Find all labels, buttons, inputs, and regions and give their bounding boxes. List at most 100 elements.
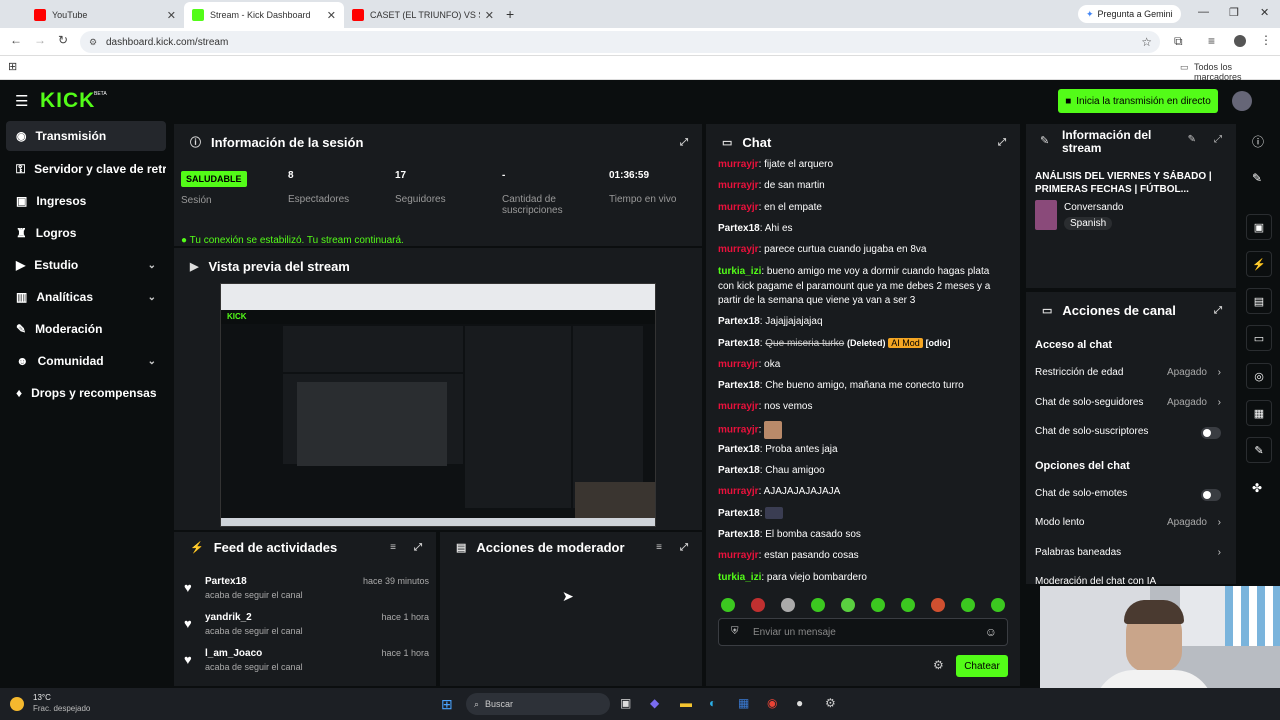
forward-icon[interactable]: → <box>34 33 46 47</box>
chat-message: murrayjr: parece curtua cuando jugaba en… <box>718 244 927 255</box>
chevron-right-icon: › <box>1217 547 1221 558</box>
profile-avatar[interactable] <box>1234 35 1246 47</box>
settings-icon[interactable]: ⚙ <box>825 696 836 710</box>
banned-words-row[interactable]: Palabras baneadas › <box>1035 547 1225 563</box>
filter-icon[interactable]: ≡ <box>656 542 662 553</box>
emote-button[interactable] <box>751 598 765 612</box>
apps-icon[interactable]: ⊞ <box>8 60 17 73</box>
reading-list-icon[interactable]: ≡ <box>1208 34 1215 48</box>
rail-video-icon[interactable]: ▣ <box>1246 214 1272 240</box>
close-icon[interactable]: ✕ <box>485 9 494 22</box>
emote-button[interactable] <box>931 598 945 612</box>
stream-preview-video[interactable]: KICK <box>220 283 656 527</box>
expand-icon[interactable]: ⤢ <box>998 137 1006 148</box>
sidebar-item-moderacion[interactable]: ✎ Moderación <box>6 314 166 344</box>
maximize-icon[interactable]: ❐ <box>1229 6 1239 19</box>
filter-icon[interactable]: ≡ <box>390 542 396 553</box>
all-bookmarks-link[interactable]: Todos los marcadores <box>1194 62 1280 82</box>
file-explorer-icon[interactable]: ▬ <box>680 696 692 710</box>
expand-icon[interactable]: ⤢ <box>1214 134 1222 145</box>
emote-button[interactable] <box>841 598 855 612</box>
reload-icon[interactable]: ↻ <box>58 33 68 47</box>
close-icon[interactable]: ✕ <box>327 9 336 22</box>
minimize-icon[interactable]: — <box>1198 6 1209 18</box>
emote-button[interactable] <box>781 598 795 612</box>
site-info-icon[interactable]: ⚙ <box>89 37 97 48</box>
expand-icon[interactable]: ⤢ <box>680 542 688 553</box>
task-view-icon[interactable]: ▣ <box>620 696 631 710</box>
menu-icon[interactable]: ⋮ <box>1260 33 1272 47</box>
tab-caset[interactable]: CASET (EL TRIUNFO) VS SAN M ✕ <box>344 2 502 28</box>
back-icon[interactable]: ← <box>10 33 22 47</box>
send-chat-button[interactable]: Chatear <box>956 655 1008 677</box>
expand-icon[interactable]: ⤢ <box>414 542 422 553</box>
new-tab-button[interactable]: + <box>506 6 514 22</box>
info-icon[interactable]: ⓘ <box>1252 133 1264 150</box>
gemini-button[interactable]: ✦ Pregunta a Gemini <box>1078 5 1181 23</box>
subscribers-only-toggle[interactable] <box>1201 427 1221 439</box>
taskbar-search[interactable]: ⌕ Buscar <box>466 693 610 715</box>
followers-only-row[interactable]: Chat de solo-seguidores Apagado › <box>1035 397 1225 413</box>
edit-icon[interactable]: ✎ <box>1188 134 1196 145</box>
emotes-only-toggle[interactable] <box>1201 489 1221 501</box>
subscribers-only-row: Chat de solo-suscriptores <box>1035 426 1225 442</box>
chat-message: Partex18: Proba antes jaja <box>718 444 838 455</box>
close-icon[interactable]: ✕ <box>167 9 176 22</box>
rail-channel-icon[interactable]: ▦ <box>1246 400 1272 426</box>
slow-mode-row[interactable]: Modo lento Apagado › <box>1035 517 1225 533</box>
youtube-icon <box>34 9 46 21</box>
edit-icon[interactable]: ✎ <box>1252 171 1262 185</box>
kick-logo[interactable]: KICK <box>40 89 95 113</box>
rail-wrench-icon[interactable]: ✎ <box>1246 437 1272 463</box>
emote-button[interactable] <box>721 598 735 612</box>
emote-button[interactable] <box>901 598 915 612</box>
store-icon[interactable]: ▦ <box>738 696 749 710</box>
sidebar-item-logros[interactable]: ♜ Logros <box>6 218 166 248</box>
chrome-icon[interactable]: ◉ <box>767 696 777 710</box>
url-input[interactable]: ⚙ dashboard.kick.com/stream ☆ <box>80 31 1160 53</box>
video-icon: ▶ <box>190 260 199 273</box>
emotes-only-row: Chat de solo-emotes <box>1035 488 1225 504</box>
puzzle-icon[interactable]: ✤ <box>1252 481 1262 495</box>
rail-chat-icon[interactable]: ▭ <box>1246 325 1272 351</box>
rail-target-icon[interactable]: ◎ <box>1246 363 1272 389</box>
rail-list-icon[interactable]: ▤ <box>1246 288 1272 314</box>
heart-icon: ♥ <box>184 652 192 667</box>
emote-button[interactable] <box>991 598 1005 612</box>
obs-icon[interactable]: ● <box>796 696 803 710</box>
age-restriction-row[interactable]: Restricción de edad Apagado › <box>1035 367 1225 383</box>
extensions-icon[interactable]: ⧉ <box>1174 34 1183 49</box>
sidebar-item-servidor[interactable]: ⚿Servidor y clave de retransmisión <box>6 154 166 184</box>
user-avatar[interactable] <box>1232 91 1252 111</box>
copilot-icon[interactable]: ◆ <box>650 696 659 710</box>
expand-icon[interactable]: ⤢ <box>1214 305 1222 316</box>
emote-button[interactable] <box>871 598 885 612</box>
sidebar-item-comunidad[interactable]: ☻ Comunidad ⌄ <box>6 346 166 376</box>
info-icon: ⓘ <box>190 137 201 149</box>
chat-header: ▭ Chat ⤢ <box>722 134 1006 150</box>
sidebar-item-ingresos[interactable]: ▣ Ingresos <box>6 186 166 216</box>
tab-kick-dashboard[interactable]: Stream - Kick Dashboard ✕ <box>184 2 344 28</box>
hamburger-icon[interactable]: ☰ <box>15 92 28 110</box>
tab-youtube[interactable]: YouTube ✕ <box>26 2 184 28</box>
sidebar-item-estudio[interactable]: ▶ Estudio ⌄ <box>6 250 166 280</box>
status-badge: SALUDABLE <box>181 169 247 187</box>
emote-button[interactable] <box>961 598 975 612</box>
sidebar-item-drops[interactable]: ♦ Drops y recompensas <box>6 378 166 408</box>
go-live-button[interactable]: ■ Inicia la transmisión en directo <box>1058 89 1218 113</box>
sidebar-item-transmision[interactable]: ◉ Transmisión <box>6 121 166 151</box>
chat-message: murrayjr: AJAJAJAJAJAJA <box>718 486 841 497</box>
sidebar-item-analiticas[interactable]: ▥ Analíticas ⌄ <box>6 282 166 312</box>
rail-bolt-icon[interactable]: ⚡ <box>1246 251 1272 277</box>
settings-icon[interactable]: ⚙ <box>933 658 944 672</box>
emoji-icon[interactable]: ☺ <box>985 625 997 639</box>
edge-icon[interactable]: ◐ <box>709 696 716 710</box>
windows-start-icon[interactable]: ⊞ <box>441 696 453 713</box>
stat-live-time: 01:36:59 Tiempo en vivo <box>609 170 677 205</box>
star-icon[interactable]: ☆ <box>1141 35 1152 49</box>
chat-input[interactable]: ⛨ Enviar un mensaje ☺ <box>718 618 1008 646</box>
ai-moderation-row[interactable]: Moderación del chat con IA <box>1035 576 1225 586</box>
expand-icon[interactable]: ⤢ <box>680 137 688 148</box>
window-close-icon[interactable]: ✕ <box>1260 6 1269 19</box>
emote-button[interactable] <box>811 598 825 612</box>
